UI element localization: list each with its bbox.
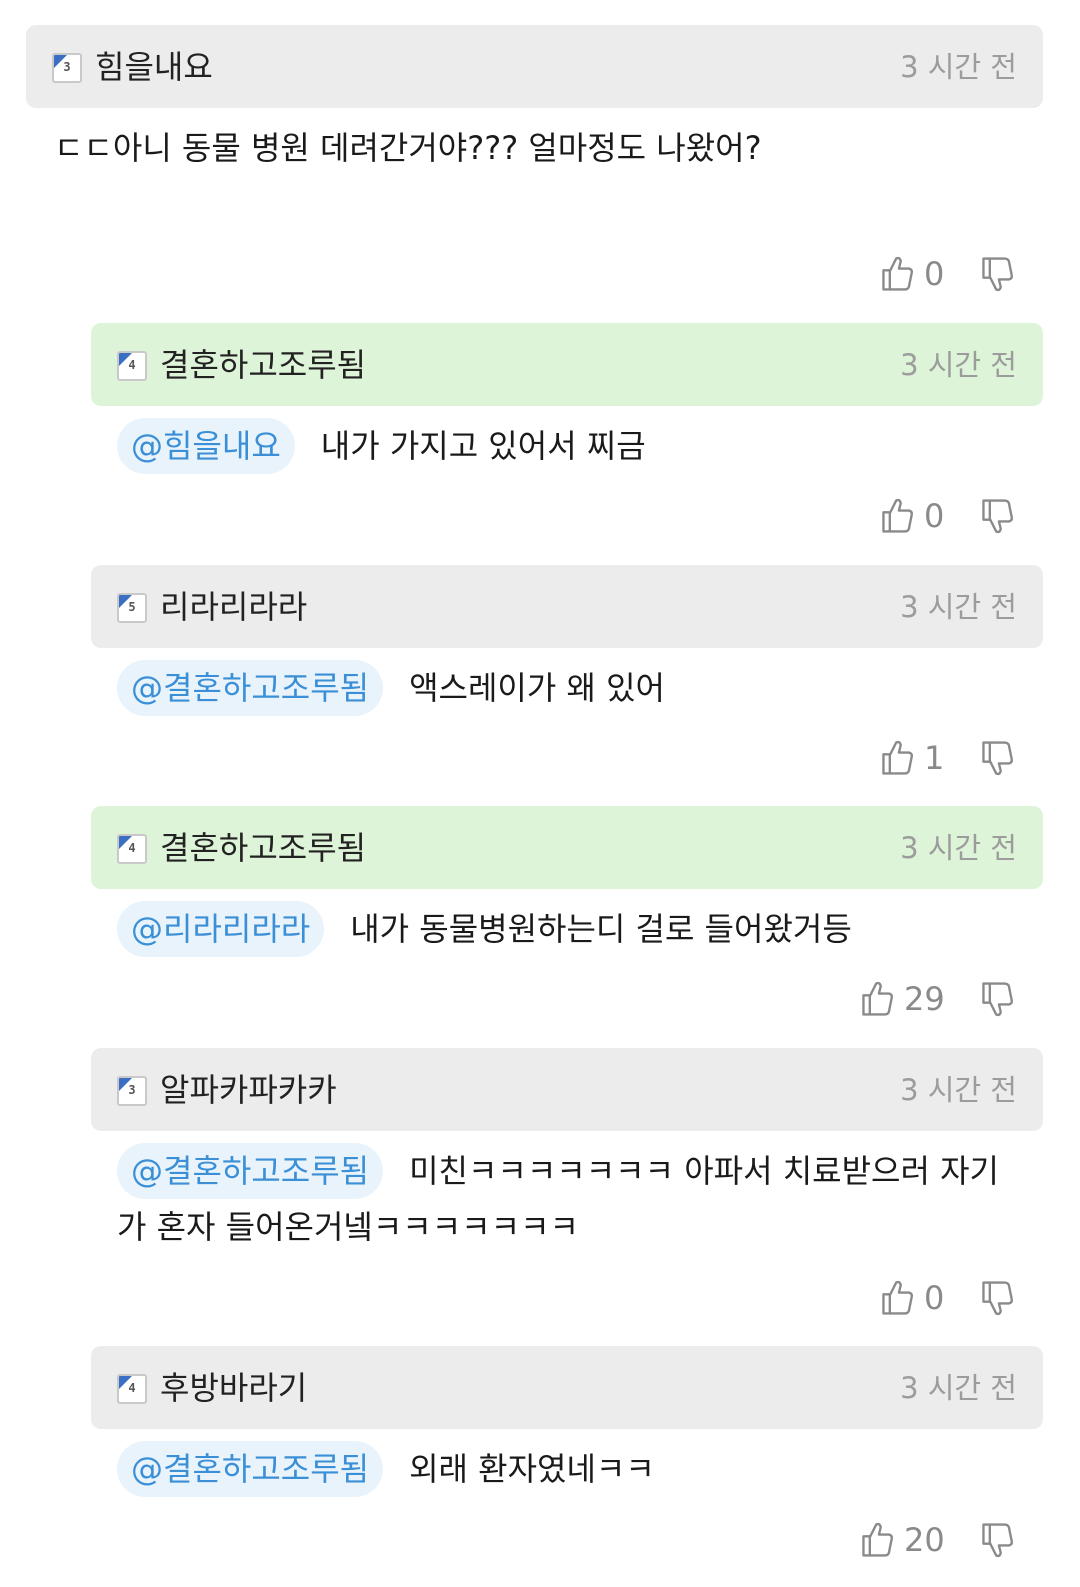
comment-time: 3 시간 전 [900,1073,1017,1107]
comment-header: 5 리라리라라 3 시간 전 [91,565,1043,648]
like-count: 1 [924,739,945,777]
comment-body: @결혼하고조루됨 액스레이가 왜 있어 [117,660,665,716]
level-badge-icon: 4 [117,1374,147,1404]
thumbs-down-icon[interactable] [978,977,1018,1021]
comment-header: 3 힘을내요 3 시간 전 [26,25,1043,108]
thumbs-down-icon[interactable] [978,252,1018,296]
thumbs-up-icon[interactable] [878,252,918,296]
level-badge-icon: 3 [117,1076,147,1106]
like-count: 0 [924,1279,945,1317]
comment-time: 3 시간 전 [900,50,1017,84]
mention-tag[interactable]: @결혼하고조루됨 [117,1143,384,1199]
comment-author[interactable]: 결혼하고조루됨 [160,343,366,387]
mention-tag[interactable]: @힘을내요 [117,418,295,474]
like-count: 20 [904,1521,945,1559]
mention-tag[interactable]: @리라리라라 [117,901,325,957]
comment-header: 4 결혼하고조루됨 3 시간 전 [91,323,1043,406]
comment-header: 4 결혼하고조루됨 3 시간 전 [91,806,1043,889]
level-badge-icon: 4 [117,351,147,381]
comment-author[interactable]: 알파카파카카 [160,1068,337,1112]
comment-text: ㄷㄷ아니 동물 병원 데려간거야??? 얼마정도 나왔어? [54,129,762,167]
mention-tag[interactable]: @결혼하고조루됨 [117,660,384,716]
thumbs-down-icon[interactable] [978,736,1018,780]
comment-author[interactable]: 힘을내요 [95,45,213,89]
mention-tag[interactable]: @결혼하고조루됨 [117,1441,384,1497]
thumbs-up-icon[interactable] [878,736,918,780]
level-badge-icon: 3 [52,53,82,83]
comment-body: @결혼하고조루됨 외래 환자였네ㅋㅋ [117,1441,655,1497]
comment-header: 3 알파카파카카 3 시간 전 [91,1048,1043,1131]
like-count: 0 [924,255,945,293]
like-count: 0 [924,497,945,535]
comment-text-continued: 가 혼자 들어온거넼ㅋㅋㅋㅋㅋㅋㅋ [117,1208,579,1246]
comment-body: @결혼하고조루됨 미친ㅋㅋㅋㅋㅋㅋㅋ 아파서 치료받으러 자기 [117,1143,999,1199]
comment-text: 미친ㅋㅋㅋㅋㅋㅋㅋ 아파서 치료받으러 자기 [409,1152,999,1190]
comment-header: 4 후방바라기 3 시간 전 [91,1346,1043,1429]
thumbs-down-icon[interactable] [978,494,1018,538]
comment-text: 내가 동물병원하는디 걸로 들어왔거등 [350,910,852,948]
comment-time: 3 시간 전 [900,831,1017,865]
comment-body: @힘을내요 내가 가지고 있어서 찌금 [117,418,646,474]
thumbs-up-icon[interactable] [858,977,898,1021]
comment-time: 3 시간 전 [900,1371,1017,1405]
thumbs-up-icon[interactable] [858,1518,898,1562]
level-badge-icon: 4 [117,834,147,864]
comment-text: 외래 환자였네ㅋㅋ [409,1450,655,1488]
comment-body: @리라리라라 내가 동물병원하는디 걸로 들어왔거등 [117,901,852,957]
comment-time: 3 시간 전 [900,590,1017,624]
comment-author[interactable]: 결혼하고조루됨 [160,826,366,870]
comment-text: 액스레이가 왜 있어 [409,669,665,707]
comment-text: 내가 가지고 있어서 찌금 [320,427,646,465]
like-count: 29 [904,980,945,1018]
comment-author[interactable]: 리라리라라 [160,585,307,629]
comment-time: 3 시간 전 [900,348,1017,382]
thumbs-up-icon[interactable] [878,494,918,538]
level-badge-icon: 5 [117,593,147,623]
thumbs-down-icon[interactable] [978,1518,1018,1562]
comment-author[interactable]: 후방바라기 [160,1366,307,1410]
thumbs-down-icon[interactable] [978,1276,1018,1320]
thumbs-up-icon[interactable] [878,1276,918,1320]
